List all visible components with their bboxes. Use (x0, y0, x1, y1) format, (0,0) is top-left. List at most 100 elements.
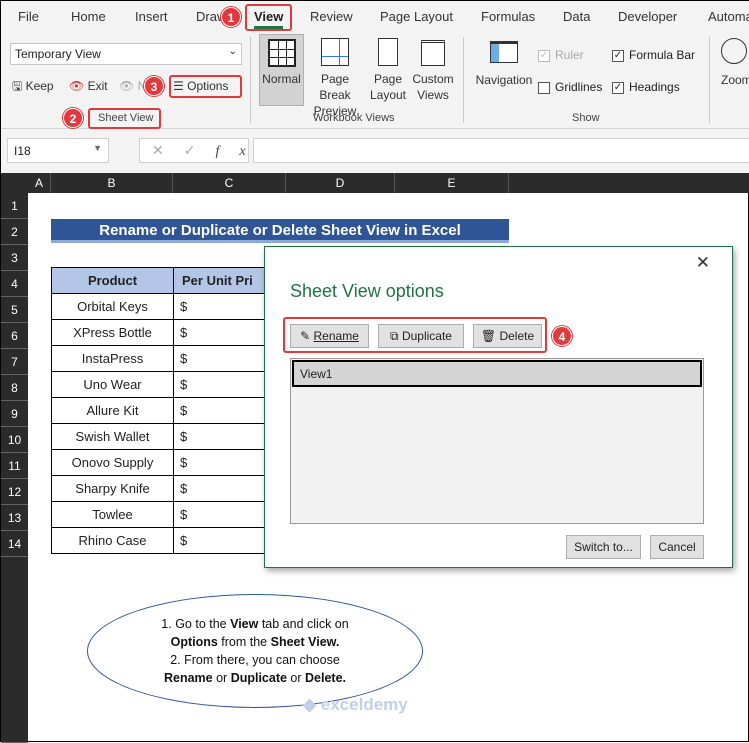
navigation-button[interactable]: Navigation (473, 41, 535, 88)
row-header-13[interactable]: 13 (1, 505, 28, 531)
row-header-4[interactable]: 4 (1, 271, 28, 297)
tab-review[interactable]: Review (310, 9, 353, 24)
page-break-preview-button[interactable]: Page Break Preview (306, 38, 364, 119)
separator (250, 37, 251, 123)
new-button[interactable]: 👁 N (119, 78, 146, 94)
currency-cell[interactable]: $ (173, 345, 202, 372)
formula-input[interactable] (253, 138, 749, 163)
row-header-1[interactable]: 1 (1, 193, 28, 219)
list-item-view1[interactable]: View1 (292, 360, 702, 387)
row-header-7[interactable]: 7 (1, 349, 28, 375)
product-cell[interactable]: Allure Kit (51, 397, 174, 424)
grid-icon (267, 39, 296, 67)
page-icon (378, 38, 398, 66)
product-cell[interactable]: Onovo Supply (51, 449, 174, 476)
header-product[interactable]: Product (51, 267, 174, 294)
tab-formulas[interactable]: Formulas (481, 9, 535, 24)
row-header-12[interactable]: 12 (1, 479, 28, 505)
keep-button[interactable]: 🖫 Keep (12, 78, 54, 94)
cancel-x-icon[interactable]: ✕ (152, 142, 184, 158)
product-cell[interactable]: Sharpy Knife (51, 475, 174, 502)
zoom-button[interactable]: Zoom (721, 38, 749, 88)
column-header-b[interactable]: B (51, 173, 173, 193)
currency-cell[interactable]: $ (173, 293, 202, 320)
separator (709, 37, 710, 123)
column-header-c[interactable]: C (173, 173, 286, 193)
table-row: XPress Bottle$42. (51, 319, 294, 346)
switch-to-button[interactable]: Switch to... (566, 535, 641, 559)
page-layout-button[interactable]: Page Layout (367, 38, 409, 103)
ruler-checkbox[interactable]: ✓ Ruler (538, 48, 584, 62)
exit-button[interactable]: 👁 Exit (69, 78, 108, 94)
currency-cell[interactable]: $ (173, 501, 202, 528)
currency-cell[interactable]: $ (173, 423, 202, 450)
tab-automate[interactable]: Automa (708, 9, 749, 24)
table-row: Sharpy Knife$24. (51, 475, 294, 502)
checkbox-ruler-icon: ✓ (538, 49, 550, 62)
headings-label: Headings (629, 80, 680, 94)
product-cell[interactable]: Rhino Case (51, 527, 174, 554)
keep-label: Keep (25, 79, 54, 93)
views-list[interactable]: View1 (290, 358, 704, 524)
sheet-view-dropdown[interactable]: Temporary View ⌄ (10, 43, 242, 65)
row-header-6[interactable]: 6 (1, 323, 28, 349)
table-row: Swish Wallet$80. (51, 423, 294, 450)
formula-bar-checkbox[interactable]: ✓ Formula Bar (612, 48, 695, 62)
product-cell[interactable]: Towlee (51, 501, 174, 528)
product-cell[interactable]: Orbital Keys (51, 293, 174, 320)
page-break-icon (321, 38, 349, 66)
currency-cell[interactable]: $ (173, 371, 202, 398)
exit-label: Exit (87, 79, 108, 93)
tab-file[interactable]: File (18, 9, 39, 24)
caret-down-icon: ▼ (93, 143, 102, 153)
formula-bar-label: Formula Bar (629, 48, 696, 62)
normal-label: Normal (262, 72, 301, 86)
highlight-view-tab (245, 4, 292, 31)
name-box[interactable]: I18 ▼ (7, 138, 109, 163)
product-cell[interactable]: InstaPress (51, 345, 174, 372)
gridlines-checkbox[interactable]: Gridlines (538, 80, 602, 94)
navigation-icon (490, 41, 518, 63)
row-header-2[interactable]: 2 (1, 219, 28, 245)
product-table: Product Per Unit Pri Orbital Keys$1.XPre… (51, 267, 294, 554)
save-icon: 🖫 (12, 79, 23, 93)
tab-home[interactable]: Home (71, 9, 106, 24)
tab-page-layout[interactable]: Page Layout (380, 9, 453, 24)
eye-x-icon: 👁 (69, 79, 85, 93)
currency-cell[interactable]: $ (173, 397, 202, 424)
row-header-8[interactable]: 8 (1, 375, 28, 401)
close-icon[interactable]: ✕ (696, 253, 710, 273)
currency-cell[interactable]: $ (173, 449, 202, 476)
row-header-9[interactable]: 9 (1, 401, 28, 427)
tab-insert[interactable]: Insert (135, 9, 168, 24)
normal-view-button[interactable]: Normal (259, 34, 304, 106)
tab-developer[interactable]: Developer (618, 9, 677, 24)
tab-data[interactable]: Data (563, 9, 590, 24)
row-header-10[interactable]: 10 (1, 427, 28, 453)
workbook-views-group-label: Workbook Views (313, 112, 395, 124)
eye-plus-icon: 👁 (119, 79, 135, 93)
currency-cell[interactable]: $ (173, 319, 202, 346)
table-row: Rhino Case$20. (51, 527, 294, 554)
highlight-sheet-view (88, 108, 161, 129)
row-header-5[interactable]: 5 (1, 297, 28, 323)
currency-cell[interactable]: $ (173, 527, 202, 554)
product-cell[interactable]: XPress Bottle (51, 319, 174, 346)
cancel-button[interactable]: Cancel (650, 535, 704, 559)
row-header-14[interactable]: 14 (1, 531, 28, 557)
zoom-label: Zoom (721, 73, 749, 87)
custom-views-button[interactable]: Custom Views (411, 38, 455, 103)
row-header-11[interactable]: 11 (1, 453, 28, 479)
enter-check-icon[interactable]: ✓ (184, 142, 216, 158)
chevron-down-icon: ⌄ (228, 46, 237, 57)
currency-cell[interactable]: $ (173, 475, 202, 502)
column-header-a[interactable]: A (28, 173, 51, 193)
row-header-3[interactable]: 3 (1, 245, 28, 271)
table-row: Onovo Supply$29. (51, 449, 294, 476)
formula-bar-area: I18 ▼ ✕✓fx (1, 129, 749, 173)
column-header-d[interactable]: D (286, 173, 395, 193)
column-header-e[interactable]: E (395, 173, 509, 193)
product-cell[interactable]: Uno Wear (51, 371, 174, 398)
product-cell[interactable]: Swish Wallet (51, 423, 174, 450)
headings-checkbox[interactable]: ✓ Headings (612, 80, 680, 94)
